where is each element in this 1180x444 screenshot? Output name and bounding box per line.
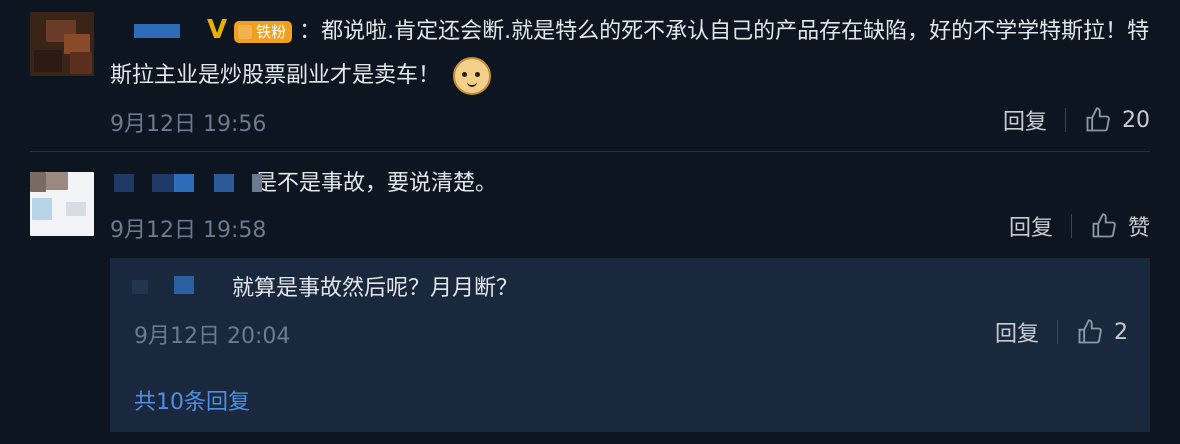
thumbs-up-icon — [1078, 319, 1102, 344]
timestamp: 9月12日 19:56 — [110, 112, 267, 137]
comment-text-row: 是不是事故，要说清楚。 — [255, 162, 497, 206]
avatar[interactable] — [30, 172, 94, 236]
more-replies-link[interactable]: 共10条回复 — [134, 384, 250, 416]
like-button[interactable]: 2 — [1076, 318, 1128, 346]
reply-button[interactable]: 回复 — [995, 316, 1039, 348]
comment-actions: 回复 赞 — [1009, 210, 1150, 242]
comment-item: V 铁粉 ：都说啦.肯定还会断.就是特么的死不承认自己的产品存在缺陷，好的不学学… — [0, 0, 1180, 152]
action-divider — [1070, 214, 1072, 238]
comment-text: 是不是事故，要说清楚。 — [255, 171, 498, 196]
reply-username[interactable] — [132, 276, 202, 300]
reply-button[interactable]: 回复 — [1003, 104, 1047, 136]
comment-item: 是不是事故，要说清楚。 9月12日 19:58 回复 赞 就算是事故然后呢？月月… — [0, 152, 1180, 444]
doge-emoji — [453, 57, 492, 95]
reply-timestamp: 9月12日 20:04 — [134, 324, 291, 349]
comment-text-row: V 铁粉 ：都说啦.肯定还会断.就是特么的死不承认自己的产品存在缺陷，好的不学学… — [110, 8, 1160, 98]
like-button[interactable]: 20 — [1084, 106, 1150, 134]
fan-badge-label: 铁粉 — [256, 23, 287, 41]
verified-icon: V — [207, 15, 228, 45]
thumbs-up-icon — [1092, 213, 1116, 238]
reply-actions: 回复 2 — [995, 316, 1128, 348]
avatar[interactable] — [30, 12, 94, 76]
reply-text: 就算是事故然后呢？月月断？ — [232, 276, 519, 301]
action-divider — [1057, 320, 1058, 344]
comment-actions: 回复 20 — [1003, 104, 1150, 136]
username[interactable] — [110, 20, 200, 44]
reply-button[interactable]: 回复 — [1009, 210, 1053, 242]
action-divider — [1065, 108, 1066, 132]
like-button[interactable]: 赞 — [1090, 210, 1150, 242]
like-label: 赞 — [1127, 216, 1150, 241]
username[interactable] — [112, 174, 262, 196]
like-count: 2 — [1114, 319, 1128, 345]
fan-badge: 铁粉 — [234, 21, 293, 43]
fan-badge-icon — [238, 25, 253, 39]
thumbs-up-icon — [1086, 107, 1110, 132]
reply-thread: 就算是事故然后呢？月月断？ 9月12日 20:04 回复 2 共10条回复 — [110, 258, 1150, 432]
timestamp: 9月12日 19:58 — [110, 218, 267, 243]
like-count: 20 — [1122, 107, 1150, 133]
